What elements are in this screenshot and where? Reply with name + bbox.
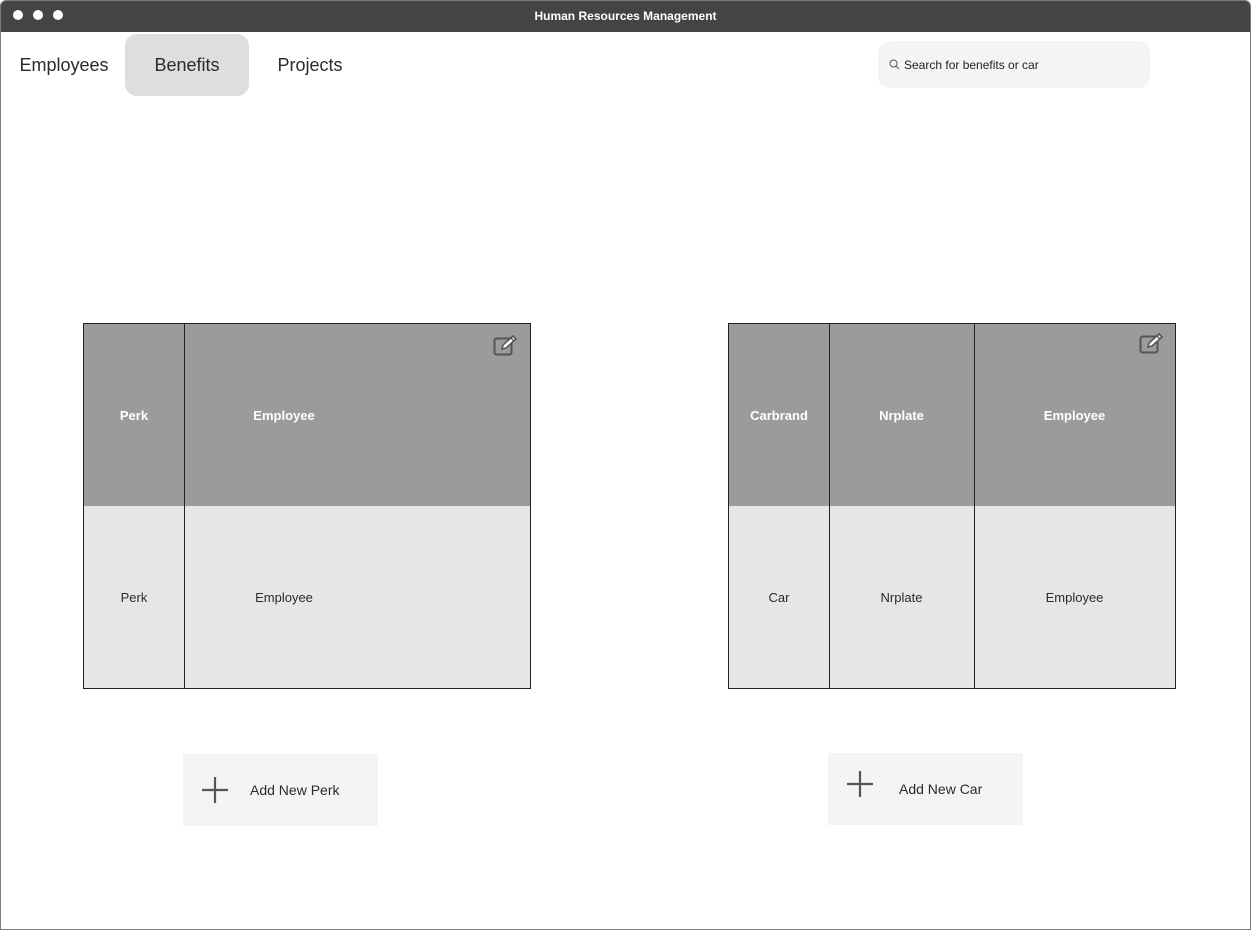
search-box[interactable] <box>878 41 1150 88</box>
perks-column-divider <box>184 324 185 688</box>
cars-cell-employee: Employee <box>1045 589 1104 605</box>
title-bar: Human Resources Management <box>1 1 1250 32</box>
perks-cell-employee: Employee <box>255 589 313 605</box>
cars-column-divider <box>829 324 830 688</box>
add-car-button[interactable]: Add New Car <box>828 753 1023 825</box>
plus-icon <box>847 771 873 797</box>
search-input[interactable] <box>902 53 1141 77</box>
add-perk-label: Add New Perk <box>250 782 340 798</box>
search-icon <box>889 59 900 70</box>
perks-edit-icon[interactable] <box>493 335 519 357</box>
app-window: Human Resources Management Employees Ben… <box>0 0 1251 930</box>
perks-table: Perk Employee Perk Employee <box>83 323 531 689</box>
cars-edit-icon[interactable] <box>1139 333 1165 355</box>
cars-table: Carbrand Nrplate Employee Car Nrplate Em… <box>728 323 1176 689</box>
cars-header-nrplate: Nrplate <box>829 324 974 506</box>
add-car-label: Add New Car <box>899 781 983 797</box>
perks-header-employee: Employee <box>184 324 530 506</box>
perks-cell-perk: Perk <box>120 589 148 605</box>
add-perk-button[interactable]: Add New Perk <box>183 754 378 826</box>
cars-column-divider <box>974 324 975 688</box>
tab-benefits[interactable]: Benefits <box>125 34 249 96</box>
cars-header-carbrand: Carbrand <box>729 324 829 506</box>
window-title: Human Resources Management <box>534 9 717 23</box>
perks-header-perk: Perk <box>84 324 184 506</box>
tab-employees[interactable]: Employees <box>11 34 117 96</box>
tab-projects[interactable]: Projects <box>269 34 351 96</box>
plus-icon <box>202 777 228 803</box>
cars-cell-nrplate: Nrplate <box>880 589 923 605</box>
cars-cell-car: Car <box>768 589 790 605</box>
